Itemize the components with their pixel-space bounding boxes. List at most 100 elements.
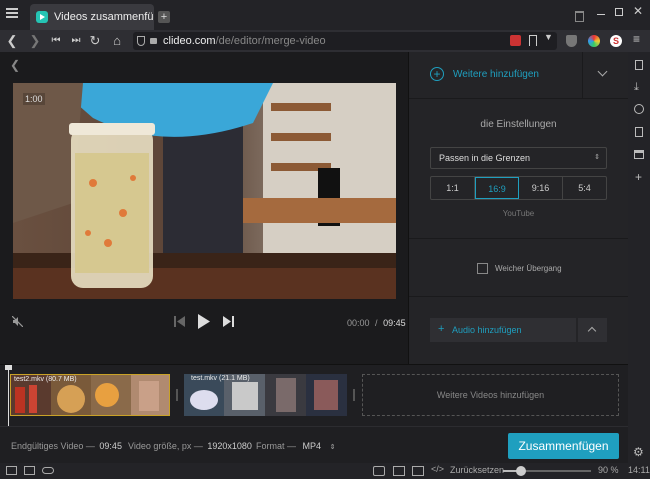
zoom-slider[interactable] xyxy=(503,466,591,476)
reload-icon[interactable]: ↻ xyxy=(87,33,103,49)
play-button[interactable] xyxy=(197,314,211,329)
shield-icon xyxy=(137,36,145,46)
final-video-info: Endgültiges Video — 09:45 xyxy=(11,441,122,451)
ratio-caption: YouTube xyxy=(502,209,535,218)
clip-1-label: test2.mkv (80.7 MB) xyxy=(14,376,77,383)
plus-icon: + xyxy=(438,323,445,335)
maximize-button[interactable] xyxy=(615,8,623,16)
tab-title: Videos zusammenfügen o xyxy=(54,11,154,23)
browser-sidebar: ⤓ + ⚙ xyxy=(628,52,650,463)
notes-icon[interactable] xyxy=(635,127,643,137)
select-arrows-icon: ⇕ xyxy=(594,154,600,161)
ratio-group: 1:1 16:9 9:16 5:4 xyxy=(430,176,607,200)
reset-zoom-button[interactable]: Zurücksetzen xyxy=(450,465,504,475)
minimize-button[interactable] xyxy=(597,14,605,15)
clip-drag-handle-2[interactable] xyxy=(353,389,355,401)
tab-bar: Videos zusammenfügen o + ✕ xyxy=(0,0,650,30)
video-size-value: 1920x1080 xyxy=(207,441,252,451)
audio-collapse-button[interactable] xyxy=(578,318,607,342)
dropdown-icon[interactable]: ▼ xyxy=(544,32,553,42)
video-size-info: Video größe, px — 1920x1080 xyxy=(128,441,252,451)
zoom-slider-knob[interactable] xyxy=(515,466,526,476)
lock-icon xyxy=(150,38,157,44)
add-panel-icon[interactable]: + xyxy=(635,170,642,184)
add-more-button[interactable]: + Weitere hinzufügen xyxy=(409,52,628,99)
add-videos-label: Weitere Videos hinzufügen xyxy=(436,390,545,400)
tile-icon[interactable] xyxy=(24,466,35,475)
extension-s-icon[interactable]: S xyxy=(610,35,622,47)
mute-icon[interactable] xyxy=(11,315,24,328)
settings-title: die Einstellungen xyxy=(480,119,557,130)
first-icon[interactable]: ⏮ xyxy=(48,33,64,49)
back-arrow-icon[interactable]: ❮ xyxy=(10,58,20,72)
merge-button-label: Zusammenfügen xyxy=(518,439,609,453)
back-icon[interactable]: ❮ xyxy=(4,33,20,49)
window-icon[interactable] xyxy=(634,150,644,159)
format-label: Format — xyxy=(256,441,297,451)
clock: 14:11 xyxy=(628,465,650,475)
add-audio-label: Audio hinzufügen xyxy=(452,325,522,335)
clip-2[interactable]: test.mkv (21.1 MB) xyxy=(184,374,347,416)
trash-icon[interactable] xyxy=(575,11,584,22)
chevron-down-icon[interactable] xyxy=(597,66,608,77)
new-tab-button[interactable]: + xyxy=(158,11,170,23)
url-path: /de/editor/merge-video xyxy=(215,35,326,47)
clip-2-label: test.mkv (21.1 MB) xyxy=(191,375,250,382)
address-bar: ❮ ❯ ⏮ ⏭ ↻ ⌂ clideo.com/de/editor/merge-v… xyxy=(0,30,650,52)
skip-forward-icon[interactable] xyxy=(223,316,234,327)
browser-tab[interactable]: Videos zusammenfügen o xyxy=(30,4,154,30)
playhead-handle[interactable] xyxy=(5,365,12,370)
crossfade-label: Weicher Übergang xyxy=(495,264,562,273)
extension-shield-icon[interactable] xyxy=(566,35,577,47)
chevron-up-icon xyxy=(587,326,597,336)
export-bar: Endgültiges Video — 09:45 Video größe, p… xyxy=(0,426,628,463)
panel-toggle-icon[interactable] xyxy=(6,466,17,475)
add-videos-dropzone[interactable]: Weitere Videos hinzufügen xyxy=(362,374,619,416)
merge-button[interactable]: Zusammenfügen xyxy=(508,433,619,459)
fit-select-value: Passen in die Grenzen xyxy=(439,153,531,163)
playhead[interactable] xyxy=(8,365,9,427)
image-icon[interactable] xyxy=(412,466,424,476)
settings-panel: + Weitere hinzufügen die Einstellungen P… xyxy=(408,52,628,364)
forward-icon[interactable]: ❯ xyxy=(27,33,43,49)
code-icon[interactable]: </> xyxy=(431,464,444,474)
menu-icon[interactable] xyxy=(6,8,18,18)
add-more-label: Weitere hinzufügen xyxy=(453,69,539,80)
history-icon[interactable] xyxy=(634,104,644,114)
last-icon[interactable]: ⏭ xyxy=(68,33,84,49)
downloads-icon[interactable]: ⤓ xyxy=(634,81,639,94)
clip-1[interactable]: test2.mkv (80.7 MB) xyxy=(10,374,170,416)
video-frame-image xyxy=(13,83,396,299)
settings-gear-icon[interactable]: ⚙ xyxy=(633,445,644,459)
translate-icon[interactable] xyxy=(510,35,521,46)
tiling-icon[interactable] xyxy=(393,466,405,476)
bookmark-icon[interactable] xyxy=(529,35,537,46)
url-domain: clideo.com xyxy=(163,35,216,47)
ratio-5-4[interactable]: 5:4 xyxy=(563,177,606,199)
skip-back-icon[interactable] xyxy=(174,316,185,327)
ratio-1-1[interactable]: 1:1 xyxy=(431,177,475,199)
capture-icon[interactable] xyxy=(373,466,385,476)
status-bar: </> Zurücksetzen 90 % 14:11 xyxy=(0,463,650,479)
ratio-9-16[interactable]: 9:16 xyxy=(519,177,563,199)
clideo-favicon-icon xyxy=(36,11,48,23)
fit-select[interactable]: Passen in die Grenzen ⇕ xyxy=(430,147,607,169)
time-readout: 00:00 / 09:45 xyxy=(347,318,406,328)
crossfade-checkbox[interactable] xyxy=(477,263,488,274)
duration-badge: 1:00 xyxy=(23,93,45,105)
extensions-menu-icon[interactable]: ≡ xyxy=(633,32,640,46)
add-audio-button[interactable]: + Audio hinzufügen xyxy=(430,318,576,342)
close-window-button[interactable]: ✕ xyxy=(633,4,643,18)
cloud-icon[interactable] xyxy=(42,467,54,474)
video-preview: 1:00 xyxy=(13,83,396,299)
url-field[interactable]: clideo.com/de/editor/merge-video ▼ xyxy=(133,32,557,50)
final-video-label: Endgültiges Video — xyxy=(11,441,95,451)
clip-drag-handle[interactable] xyxy=(176,389,178,401)
bookmarks-icon[interactable] xyxy=(635,60,643,70)
extension-color-icon[interactable] xyxy=(588,35,600,47)
timeline: test2.mkv (80.7 MB) test.mkv (21.1 MB) W… xyxy=(0,364,628,427)
format-select[interactable]: Format — MP4 ⇕ xyxy=(256,441,335,451)
editor: ❮ 1:00 00:00 / 09:45 + Weitere hinzufüge… xyxy=(0,52,628,463)
home-icon[interactable]: ⌂ xyxy=(109,33,125,49)
ratio-16-9[interactable]: 16:9 xyxy=(475,177,519,199)
